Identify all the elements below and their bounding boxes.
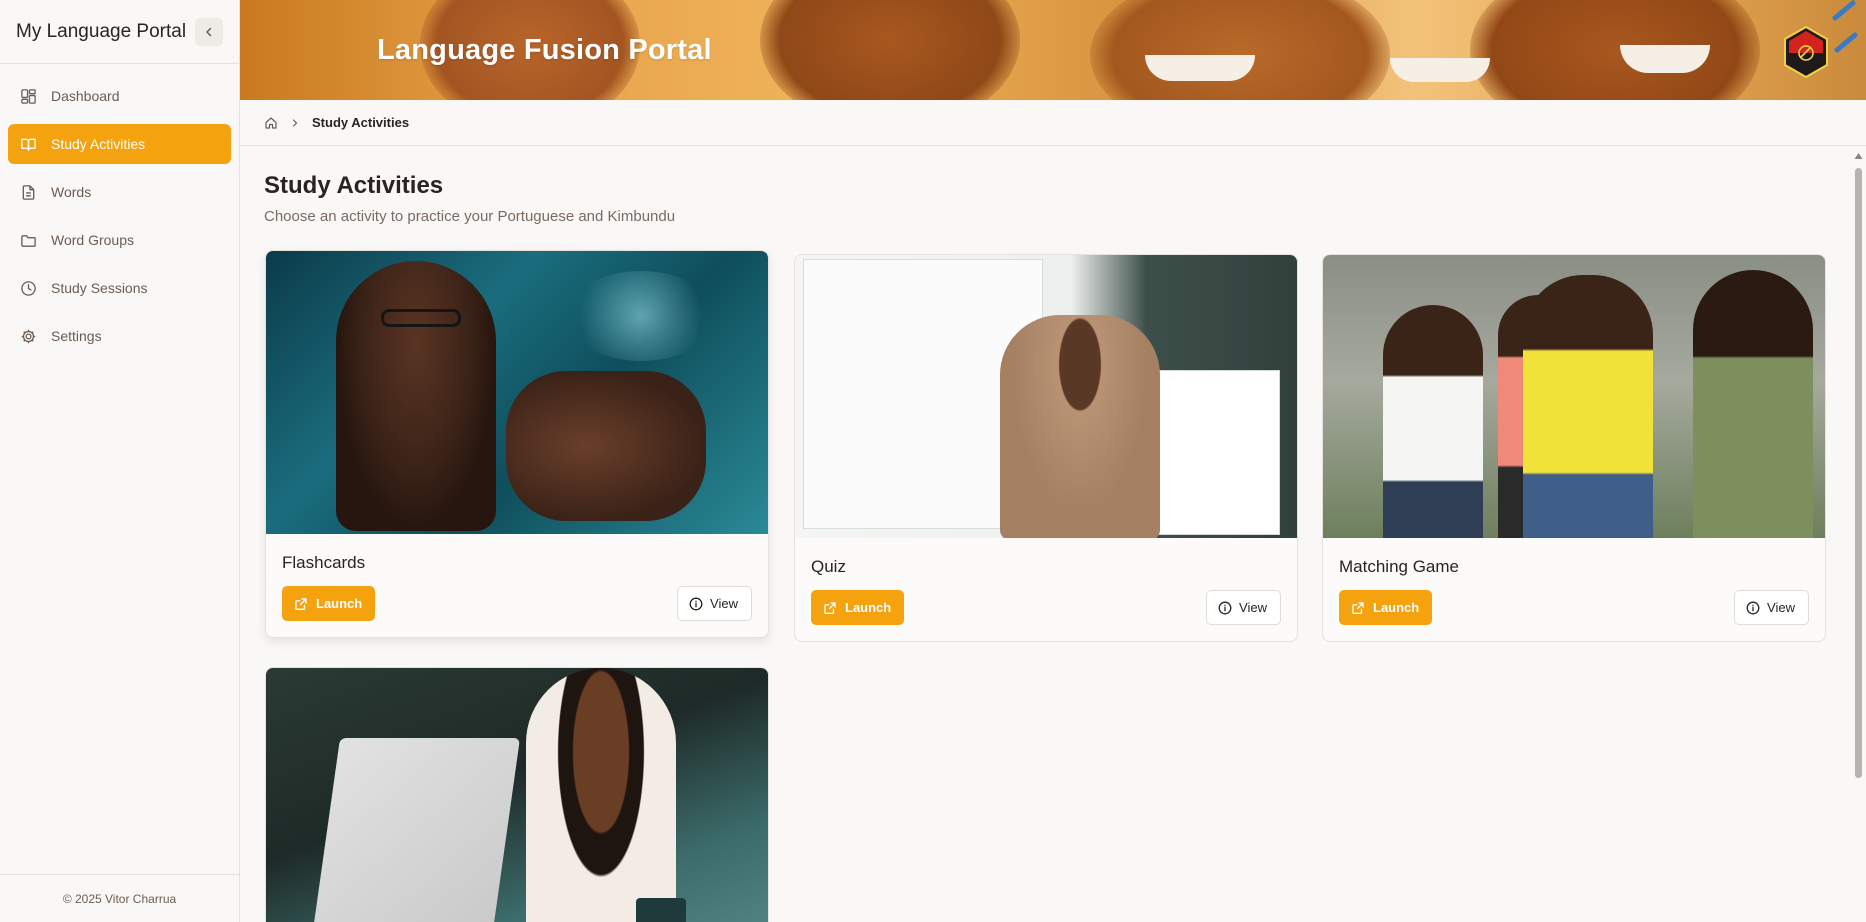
sidebar-item-label: Dashboard [51, 88, 120, 104]
launch-button-label: Launch [316, 596, 363, 611]
activity-image-person [1523, 275, 1653, 538]
activity-image [1323, 255, 1825, 538]
view-button[interactable]: View [1734, 590, 1809, 625]
page-subtitle: Choose an activity to practice your Port… [264, 208, 676, 225]
chevron-left-icon [206, 27, 212, 36]
view-button[interactable]: View [1206, 590, 1281, 625]
activity-card-4 [265, 667, 769, 922]
made-in-angola-badge [1784, 26, 1828, 78]
clock-icon [21, 280, 36, 296]
activity-title: Quiz [811, 557, 846, 576]
activity-image-mug [636, 898, 686, 922]
banner-photo-face [760, 0, 1020, 100]
page-title: Study Activities [264, 172, 444, 199]
info-icon [1218, 601, 1232, 614]
activity-image-hands [506, 371, 706, 521]
activity-image-figure [336, 261, 496, 531]
activity-image-person [1383, 305, 1483, 538]
header-banner: Language Fusion Portal [240, 0, 1866, 100]
sidebar: My Language Portal Dashboard Study Activ… [0, 0, 240, 922]
view-button[interactable]: View [677, 586, 752, 621]
sidebar-item-study-activities[interactable]: Study Activities [8, 124, 231, 164]
banner-photo-face [1090, 0, 1390, 100]
launch-button[interactable]: Launch [282, 586, 376, 621]
sidebar-footer: © 2025 Vitor Charrua [0, 874, 239, 922]
sidebar-item-label: Settings [51, 328, 102, 344]
activity-image-flipchart [1150, 370, 1280, 535]
activity-image [266, 251, 768, 534]
activity-image-bokeh [566, 271, 716, 361]
activity-image-glasses [381, 309, 461, 327]
folder-icon [21, 234, 36, 247]
activity-card-flashcards: Flashcards Launch View [265, 250, 769, 638]
sidebar-item-dashboard[interactable]: Dashboard [8, 76, 231, 116]
collapse-sidebar-button[interactable] [195, 17, 223, 46]
app-title: My Language Portal [16, 20, 187, 42]
chevron-right-icon [292, 118, 298, 127]
breadcrumb: Study Activities [240, 100, 1866, 146]
view-button-label: View [1767, 600, 1795, 615]
banner-photo-face [1470, 0, 1760, 100]
sidebar-header: My Language Portal [0, 0, 239, 64]
activity-image-figure [1000, 315, 1160, 538]
activity-title: Matching Game [1339, 557, 1459, 576]
sidebar-item-label: Study Sessions [51, 280, 148, 296]
external-link-icon [824, 601, 836, 614]
sidebar-item-settings[interactable]: Settings [8, 316, 231, 356]
scroll-up-arrow-icon[interactable] [1854, 152, 1863, 160]
view-button-label: View [710, 596, 738, 611]
banner-photo-smile [1390, 58, 1490, 82]
info-icon [689, 597, 703, 610]
activity-image-laptop [311, 738, 521, 922]
dashboard-icon [21, 88, 36, 104]
info-icon [1746, 601, 1760, 614]
activity-card-matching-game: Matching Game Launch View [1322, 254, 1826, 642]
sidebar-item-words[interactable]: Words [8, 172, 231, 212]
page-scrollbar[interactable] [1851, 150, 1866, 922]
activity-image-person [1693, 270, 1813, 538]
launch-button[interactable]: Launch [811, 590, 905, 625]
banner-photo-smile [1620, 45, 1710, 73]
gear-icon [21, 329, 36, 343]
sidebar-item-label: Study Activities [51, 136, 146, 152]
pencil-decoration [1833, 31, 1859, 54]
sidebar-item-word-groups[interactable]: Word Groups [8, 220, 231, 260]
view-button-label: View [1239, 600, 1267, 615]
sidebar-item-label: Words [51, 184, 92, 200]
launch-button-label: Launch [1373, 600, 1420, 615]
launch-button[interactable]: Launch [1339, 590, 1433, 625]
launch-button-label: Launch [845, 600, 892, 615]
activity-image-figure [526, 668, 676, 922]
banner-photo-smile [1145, 55, 1255, 81]
pencil-decoration [1831, 0, 1857, 22]
sidebar-item-label: Word Groups [51, 232, 134, 248]
activity-image [266, 668, 768, 922]
book-open-icon [21, 138, 36, 151]
banner-title: Language Fusion Portal [377, 34, 712, 66]
sidebar-nav: Dashboard Study Activities Words Word Gr… [0, 64, 239, 356]
file-text-icon [22, 184, 35, 200]
sidebar-item-study-sessions[interactable]: Study Sessions [8, 268, 231, 308]
home-icon[interactable] [264, 116, 278, 130]
main-content: Study Activities Choose an activity to p… [264, 172, 1824, 225]
scrollbar-thumb[interactable] [1855, 168, 1862, 778]
activity-card-quiz: Quiz Launch View [794, 254, 1298, 642]
activity-image [795, 255, 1297, 538]
activity-title: Flashcards [282, 553, 366, 572]
breadcrumb-current: Study Activities [312, 115, 410, 130]
external-link-icon [1352, 601, 1364, 614]
external-link-icon [295, 597, 307, 610]
